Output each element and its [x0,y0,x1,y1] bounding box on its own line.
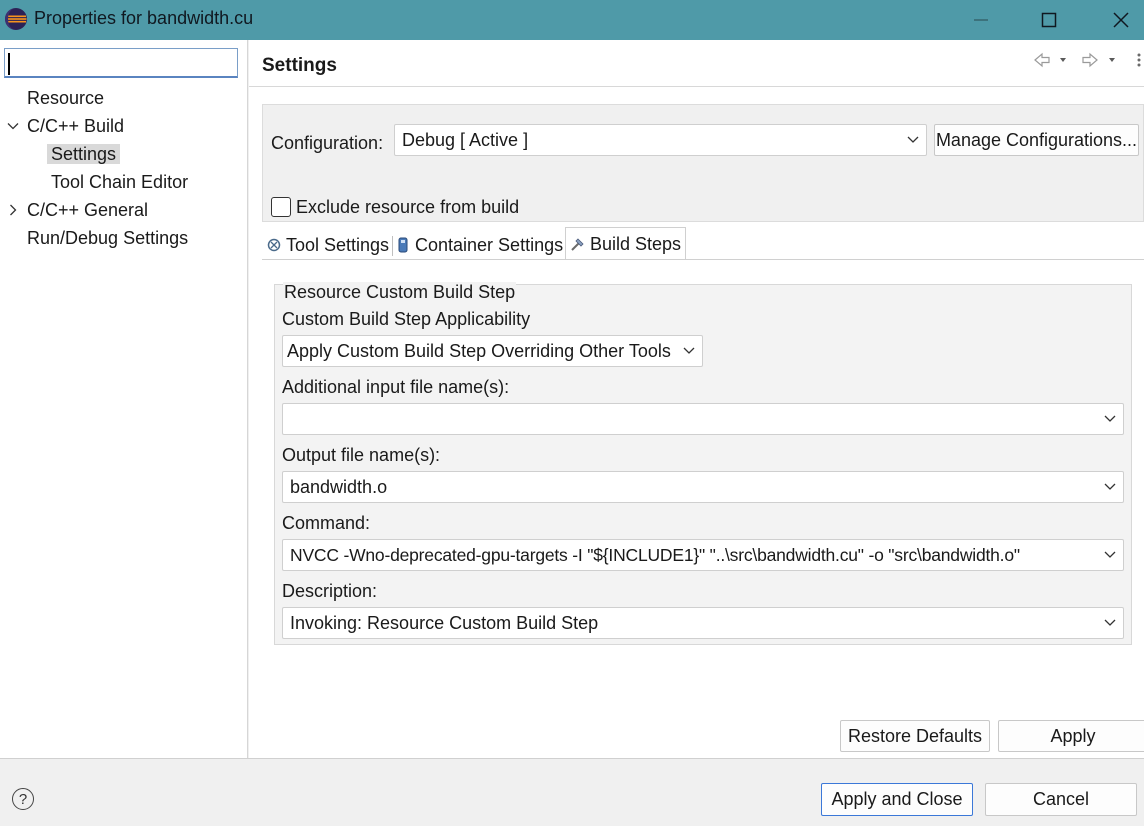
sidebar-item-settings[interactable]: Settings [47,141,121,167]
tab-label: Build Steps [590,234,682,254]
configuration-panel: Configuration: Debug [ Active ] Manage C… [262,104,1144,222]
settings-page: Settings Configuration: Debug [ Active ] [249,40,1144,758]
expand-arrow-build[interactable] [6,113,20,139]
filter-input[interactable] [4,48,238,78]
title-bar: Properties for bandwidth.cu [0,0,1144,40]
chevron-down-icon [1103,404,1117,434]
sidebar-item-label: Settings [47,144,121,164]
help-icon[interactable]: ? [12,788,34,810]
sidebar: Resource C/C++ Build Settings Tool Chain… [0,40,248,758]
command-label: Command: [282,513,371,533]
build-steps-panel: Resource Custom Build Step Custom Build … [262,259,1144,739]
restore-defaults-button[interactable]: Restore Defaults [840,720,990,752]
forward-dropdown-icon[interactable] [1109,58,1115,62]
view-menu-icon[interactable] [1137,53,1141,67]
additional-input-combo[interactable] [282,403,1124,435]
cancel-button[interactable]: Cancel [985,783,1137,816]
tab-divider [392,236,393,256]
exclude-resource-checkbox[interactable] [271,197,291,217]
tab-tool-settings[interactable]: Tool Settings [266,230,389,260]
sidebar-item-label: Run/Debug Settings [27,228,189,248]
chevron-down-icon [1103,472,1117,502]
command-value: NVCC -Wno-deprecated-gpu-targets -I "${I… [290,545,1020,565]
chevron-down-icon [1103,608,1117,638]
configuration-value: Debug [ Active ] [402,130,529,150]
dialog-footer: ? Apply and Close Cancel [0,759,1144,826]
configuration-select[interactable]: Debug [ Active ] [394,124,927,156]
forward-arrow-icon[interactable] [1082,52,1098,68]
chevron-right-icon [10,204,17,216]
description-combo[interactable]: Invoking: Resource Custom Build Step [282,607,1124,639]
container-icon [398,237,408,253]
minimize-icon [974,19,988,21]
additional-input-label: Additional input file name(s): [282,377,510,397]
sidebar-item-tool-chain-editor[interactable]: Tool Chain Editor [51,169,188,195]
minimize-button[interactable] [946,0,1016,40]
chevron-down-icon [682,336,696,366]
tab-build-steps[interactable]: Build Steps [565,227,687,260]
apply-button[interactable]: Apply [998,720,1144,752]
eclipse-app-icon [5,8,27,30]
tab-container-settings[interactable]: Container Settings [397,230,563,260]
sidebar-item-label: C/C++ General [27,200,149,220]
maximize-button[interactable] [1014,0,1084,40]
applicability-select[interactable]: Apply Custom Build Step Overriding Other… [282,335,703,367]
applicability-label: Custom Build Step Applicability [282,309,531,329]
sidebar-item-label: Tool Chain Editor [51,172,189,192]
resource-custom-build-step-group: Resource Custom Build Step Custom Build … [274,282,1132,645]
tab-label: Tool Settings [286,235,390,255]
navigation-toolbar [1034,52,1141,68]
applicability-value: Apply Custom Build Step Overriding Other… [287,341,671,361]
close-button[interactable] [1086,0,1144,40]
title-separator [249,86,1144,87]
back-dropdown-icon[interactable] [1060,58,1066,62]
close-icon [1113,12,1129,28]
maximize-icon [1041,12,1057,28]
output-file-value: bandwidth.o [290,477,388,497]
configuration-label: Configuration: [271,133,384,153]
page-title: Settings [262,55,337,76]
sidebar-item-cpp-general[interactable]: C/C++ General [27,197,148,223]
output-file-label: Output file name(s): [282,445,441,465]
tab-label: Container Settings [415,235,564,255]
manage-configurations-button[interactable]: Manage Configurations... [934,124,1139,156]
window-title: Properties for bandwidth.cu [34,8,254,28]
sidebar-item-label: Resource [27,88,105,108]
chevron-down-icon [7,123,19,130]
command-combo[interactable]: NVCC -Wno-deprecated-gpu-targets -I "${I… [282,539,1124,571]
sidebar-item-run-debug-settings[interactable]: Run/Debug Settings [27,225,188,251]
sidebar-item-cpp-build[interactable]: C/C++ Build [27,113,124,139]
apply-and-close-button[interactable]: Apply and Close [821,783,973,816]
back-arrow-icon[interactable] [1034,52,1050,68]
tool-settings-icon [267,238,281,252]
exclude-resource-label: Exclude resource from build [296,197,520,217]
output-file-combo[interactable]: bandwidth.o [282,471,1124,503]
sidebar-item-resource[interactable]: Resource [27,85,104,111]
chevron-down-icon [906,125,920,155]
chevron-down-icon [1103,540,1117,570]
description-label: Description: [282,581,378,601]
description-value: Invoking: Resource Custom Build Step [290,613,599,633]
text-caret [8,53,10,75]
build-steps-icon [571,238,584,251]
sidebar-item-label: C/C++ Build [27,116,125,136]
expand-arrow-general[interactable] [6,197,20,223]
group-title: Resource Custom Build Step [283,282,517,303]
